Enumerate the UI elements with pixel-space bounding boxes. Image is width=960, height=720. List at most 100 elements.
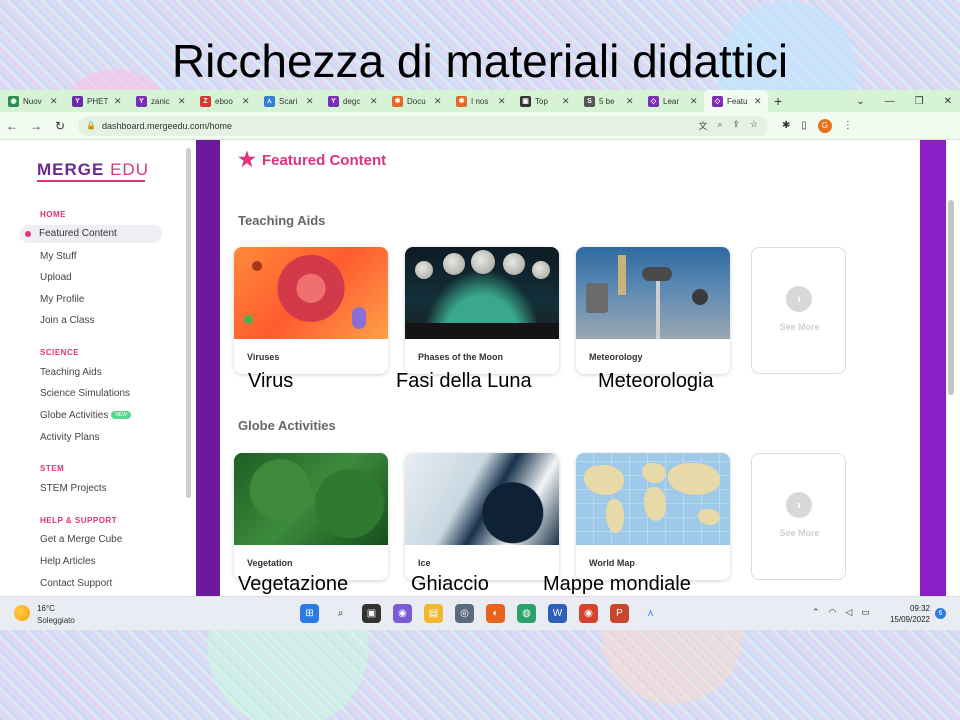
browser-tab[interactable]: ◇ Lear ✕ — [640, 90, 704, 112]
card-ice[interactable]: Ice — [405, 453, 559, 580]
browser-tab[interactable]: Y PHET ✕ — [64, 90, 128, 112]
sidebar-item-get-merge-cube[interactable]: Get a Merge Cube — [40, 534, 122, 545]
tab-label: Nuov — [23, 96, 42, 106]
card-meteorology[interactable]: Meteorology — [576, 247, 730, 374]
reload-icon[interactable]: ↻ — [48, 119, 72, 133]
globe-app-icon[interactable]: ◍ — [517, 604, 536, 623]
card-phases-of-the-moon[interactable]: Phases of the Moon — [405, 247, 559, 374]
tab-close-icon[interactable]: ✕ — [114, 96, 124, 107]
sidebar-item-science-simulations[interactable]: Science Simulations — [40, 388, 130, 399]
sidebar-item-join-class[interactable]: Join a Class — [40, 315, 94, 326]
sidebar-item-contact-support[interactable]: Contact Support — [40, 578, 112, 589]
new-badge: NEW — [111, 411, 132, 420]
powerpoint-icon[interactable]: P — [610, 604, 629, 623]
wifi-icon[interactable]: ◠ — [829, 607, 837, 618]
restore-icon[interactable]: ❐ — [915, 96, 924, 107]
browser-tab[interactable]: ◉ Nuov ✕ — [0, 90, 64, 112]
browser-tab[interactable]: ◇ Featu ✕ — [704, 90, 768, 112]
tab-label: zanic — [151, 96, 170, 106]
tab-close-icon[interactable]: ✕ — [562, 96, 572, 107]
clock[interactable]: 09:32 15/09/2022 — [886, 603, 930, 625]
tab-close-icon[interactable]: ✕ — [242, 96, 252, 107]
tab-favicon-icon: Z — [200, 95, 211, 107]
chrome-icon[interactable]: ◉ — [579, 604, 598, 623]
meteorology-thumbnail — [576, 247, 730, 339]
camera-icon[interactable]: ◎ — [455, 604, 474, 623]
browser-tab[interactable]: Ydegc ✕ — [320, 90, 384, 112]
sidebar-item-activity-plans[interactable]: Activity Plans — [40, 432, 99, 443]
see-more-globe-activities[interactable]: › See More — [751, 453, 846, 580]
url-input[interactable]: 🔒 dashboard.mergeedu.com/home 文 ⌕ ⇪ ☆ — [78, 115, 768, 136]
browser-tab[interactable]: ✱ I nos ✕ — [448, 90, 512, 112]
card-vegetation[interactable]: Vegetation — [234, 453, 388, 580]
sidebar-item-teaching-aids[interactable]: Teaching Aids — [40, 367, 102, 378]
chat-icon[interactable]: ◉ — [393, 604, 412, 623]
system-tray: ⌃ ◠ ◁ ▭ — [812, 607, 870, 618]
file-explorer-icon[interactable]: ▤ — [424, 604, 443, 623]
tab-close-icon[interactable]: ✕ — [370, 96, 380, 107]
chevron-up-icon[interactable]: ⌃ — [812, 607, 820, 618]
browser-tab[interactable]: S 5 be ✕ — [576, 90, 640, 112]
sidepanel-icon[interactable]: ▯ — [801, 120, 807, 131]
sidebar-item-my-stuff[interactable]: My Stuff — [40, 251, 77, 262]
menu-kebab-icon[interactable]: ⋮ — [843, 120, 853, 131]
browser-tab[interactable]: ⋏ Scari ✕ — [256, 90, 320, 112]
page-scrollbar[interactable] — [948, 200, 954, 395]
tab-close-icon[interactable]: ✕ — [626, 96, 636, 107]
sidebar-item-help-articles[interactable]: Help Articles — [40, 556, 96, 567]
tab-close-icon[interactable]: ✕ — [690, 96, 700, 107]
extensions-icon[interactable]: ✱ — [782, 120, 790, 131]
sidebar-item-featured-content[interactable]: Featured Content — [20, 225, 162, 243]
back-icon[interactable]: ← — [0, 119, 24, 133]
browser-tab[interactable]: Zeboo ✕ — [192, 90, 256, 112]
tab-close-icon[interactable]: ✕ — [498, 96, 508, 107]
card-label: Meteorology — [589, 352, 643, 362]
notification-badge[interactable]: 6 — [935, 608, 946, 619]
windows-taskbar: 16°C Soleggiato ⊞ ⌕ ▣ ◉ ▤ ◎ ◐ ◍ W ◉ P ⋏ … — [0, 596, 960, 630]
featured-title: Featured Content — [261, 151, 387, 169]
battery-icon[interactable]: ▭ — [861, 607, 870, 618]
volume-icon[interactable]: ◁ — [845, 607, 852, 618]
featured-header: ★ Featured Content — [238, 150, 386, 170]
tab-close-icon[interactable]: ✕ — [754, 96, 764, 107]
tab-label: Docu — [407, 96, 426, 106]
app-launcher-icon[interactable]: ⋏ — [641, 604, 660, 623]
sidebar-item-my-profile[interactable]: My Profile — [40, 294, 84, 305]
tab-close-icon[interactable]: ✕ — [50, 96, 60, 107]
task-view-icon[interactable]: ▣ — [362, 604, 381, 623]
translate-icon[interactable]: 文 — [698, 119, 707, 132]
close-icon[interactable]: ✕ — [944, 96, 952, 107]
firefox-icon[interactable]: ◐ — [486, 604, 505, 623]
nav-section-help: HELP & SUPPORT — [40, 516, 118, 525]
tab-favicon-icon: Y — [328, 95, 339, 107]
zoom-icon[interactable]: ⌕ — [717, 119, 722, 132]
minimize-icon[interactable]: — — [885, 96, 895, 107]
chevron-down-icon[interactable]: ⌄ — [856, 96, 864, 107]
browser-tab[interactable]: ▣ Top ✕ — [512, 90, 576, 112]
tab-close-icon[interactable]: ✕ — [434, 96, 444, 107]
tab-favicon-icon: ◇ — [648, 95, 659, 107]
merge-edu-logo[interactable]: MERGE EDU — [37, 160, 149, 180]
card-viruses[interactable]: Viruses — [234, 247, 388, 374]
sidebar-item-globe-activities[interactable]: Globe Activities NEW — [40, 410, 132, 421]
weather-sun-icon[interactable] — [14, 605, 30, 621]
chevron-right-icon: › — [786, 492, 812, 518]
profile-avatar[interactable]: G — [817, 118, 832, 133]
word-icon[interactable]: W — [548, 604, 567, 623]
card-world-map[interactable]: World Map — [576, 453, 730, 580]
windows-start-icon[interactable]: ⊞ — [300, 604, 319, 623]
sidebar-item-upload[interactable]: Upload — [40, 272, 72, 283]
share-icon[interactable]: ⇪ — [732, 119, 740, 132]
forward-icon[interactable]: → — [24, 119, 48, 133]
search-icon[interactable]: ⌕ — [331, 604, 350, 623]
new-tab-button[interactable]: + — [774, 93, 788, 109]
tab-close-icon[interactable]: ✕ — [306, 96, 316, 107]
tab-close-icon[interactable]: ✕ — [178, 96, 188, 107]
section-title-teaching-aids: Teaching Aids — [238, 213, 326, 228]
see-more-teaching-aids[interactable]: › See More — [751, 247, 846, 374]
sidebar-item-stem-projects[interactable]: STEM Projects — [40, 483, 107, 494]
browser-tab[interactable]: ✱ Docu ✕ — [384, 90, 448, 112]
browser-tab[interactable]: Yzanic ✕ — [128, 90, 192, 112]
sidebar-scrollbar[interactable] — [186, 148, 191, 498]
bookmark-star-icon[interactable]: ☆ — [750, 119, 758, 132]
